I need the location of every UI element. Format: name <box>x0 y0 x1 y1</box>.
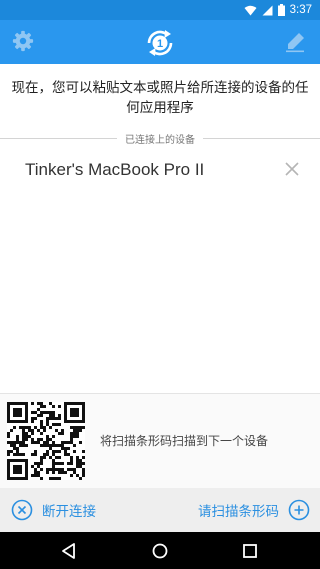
signal-icon <box>262 5 273 16</box>
close-circle-icon <box>11 499 33 521</box>
scan-label: 请扫描条形码 <box>198 504 279 520</box>
scan-barcode-button[interactable]: 请扫描条形码 <box>198 497 310 523</box>
intro-text: 现在，您可以粘贴文本或照片给所连接的设备的任何应用程序 <box>11 80 309 116</box>
sync-badge-icon[interactable]: 1 <box>143 27 177 59</box>
qr-panel: 将扫描条形码扫描到下一个设备 <box>0 393 320 488</box>
qr-instruction: 将扫描条形码扫描到下一个设备 <box>100 434 269 448</box>
connected-devices-label: 已连接上的设备 <box>125 134 195 146</box>
system-nav-bar <box>0 532 320 569</box>
qr-code[interactable] <box>7 402 85 480</box>
divider <box>0 137 117 139</box>
gear-icon[interactable] <box>12 30 34 52</box>
sync-badge-count: 1 <box>157 38 163 50</box>
divider <box>203 137 320 139</box>
wifi-icon <box>244 5 257 16</box>
close-icon[interactable] <box>282 159 302 179</box>
back-icon[interactable] <box>59 541 79 561</box>
disconnect-label: 断开连接 <box>42 504 96 520</box>
recents-icon[interactable] <box>240 541 260 561</box>
status-bar: 3:37 <box>0 0 320 20</box>
home-icon[interactable] <box>150 541 170 561</box>
add-circle-icon <box>288 499 310 521</box>
connected-devices-header: 已连接上的设备 <box>0 130 320 146</box>
device-list-item[interactable]: Tinker's MacBook Pro II <box>0 152 320 188</box>
battery-icon <box>277 4 285 16</box>
clock: 3:37 <box>289 4 312 16</box>
app-bar: 1 <box>0 20 320 64</box>
action-bar: 断开连接 请扫描条形码 <box>0 488 320 532</box>
disconnect-button[interactable]: 断开连接 <box>11 497 96 523</box>
device-name: Tinker's MacBook Pro II <box>25 160 205 179</box>
pen-icon[interactable] <box>284 31 306 53</box>
